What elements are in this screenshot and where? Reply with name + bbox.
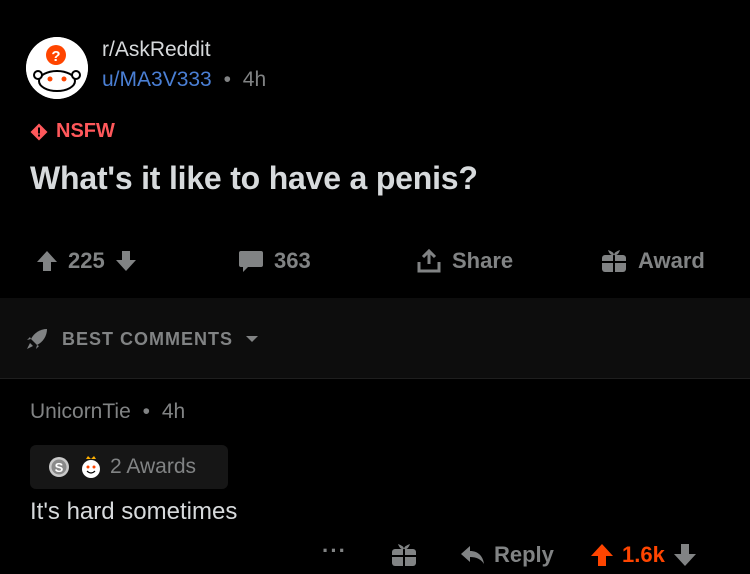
upvote-icon[interactable] bbox=[36, 249, 58, 273]
nsfw-label: NSFW bbox=[56, 120, 115, 142]
comment-icon bbox=[239, 251, 263, 272]
comment-meta-separator: • bbox=[142, 400, 150, 423]
more-icon: ··· bbox=[322, 538, 347, 563]
comment-awards[interactable]: S 2 Awards bbox=[30, 445, 228, 489]
more-options-button[interactable]: ··· bbox=[322, 538, 347, 564]
share-icon bbox=[417, 248, 441, 273]
downvote-icon[interactable] bbox=[115, 249, 137, 273]
post-vote-count: 225 bbox=[68, 248, 105, 273]
nsfw-icon bbox=[30, 123, 48, 140]
reply-icon bbox=[461, 546, 484, 564]
upvote-icon[interactable] bbox=[590, 542, 614, 568]
sort-label: BEST COMMENTS bbox=[62, 328, 234, 349]
silver-award-icon: S bbox=[49, 457, 69, 477]
svg-text:S: S bbox=[55, 460, 64, 475]
comment-award-button[interactable] bbox=[390, 542, 418, 568]
comment-count: 363 bbox=[274, 248, 311, 273]
post-meta: u/MA3V333 • 4h bbox=[102, 68, 266, 92]
downvote-icon[interactable] bbox=[673, 542, 697, 568]
comment-author[interactable]: UnicornTie bbox=[30, 400, 131, 423]
awards-count-label: 2 Awards bbox=[110, 455, 196, 478]
comment-age: 4h bbox=[161, 400, 186, 423]
award-button[interactable]: Award bbox=[600, 248, 705, 274]
comments-button[interactable]: 363 bbox=[238, 248, 311, 274]
post-action-bar: 225 363 Share Award bbox=[0, 240, 750, 288]
svg-text:?: ? bbox=[51, 48, 60, 65]
comment-vote-group: 1.6k bbox=[590, 542, 697, 568]
subreddit-avatar-icon: ? bbox=[26, 37, 88, 99]
post-author[interactable]: u/MA3V333 bbox=[102, 68, 212, 91]
reply-label: Reply bbox=[494, 542, 554, 567]
wholesome-award-icon bbox=[82, 456, 100, 478]
rocket-icon bbox=[27, 329, 47, 349]
chevron-down-icon bbox=[246, 336, 259, 342]
reply-button[interactable]: Reply bbox=[460, 542, 554, 568]
post-age: 4h bbox=[242, 68, 267, 91]
share-button[interactable]: Share bbox=[416, 248, 513, 274]
comment-body: It's hard sometimes bbox=[30, 498, 238, 525]
comment-vote-count: 1.6k bbox=[622, 542, 665, 567]
comment-action-bar: ··· Reply 1.6k bbox=[0, 538, 750, 574]
comment-meta: UnicornTie • 4h bbox=[30, 400, 185, 424]
comment-sort-bar[interactable]: BEST COMMENTS bbox=[0, 298, 750, 379]
award-icon bbox=[602, 250, 626, 272]
award-icon bbox=[392, 544, 416, 566]
award-label: Award bbox=[638, 248, 705, 273]
subreddit-avatar[interactable]: ? bbox=[26, 37, 88, 99]
meta-separator: • bbox=[223, 68, 231, 91]
share-label: Share bbox=[452, 248, 514, 273]
post-title[interactable]: What's it like to have a penis? bbox=[30, 160, 478, 197]
vote-group: 225 bbox=[36, 248, 137, 274]
subreddit-name[interactable]: r/AskReddit bbox=[102, 38, 211, 62]
nsfw-tag: NSFW bbox=[30, 120, 115, 143]
